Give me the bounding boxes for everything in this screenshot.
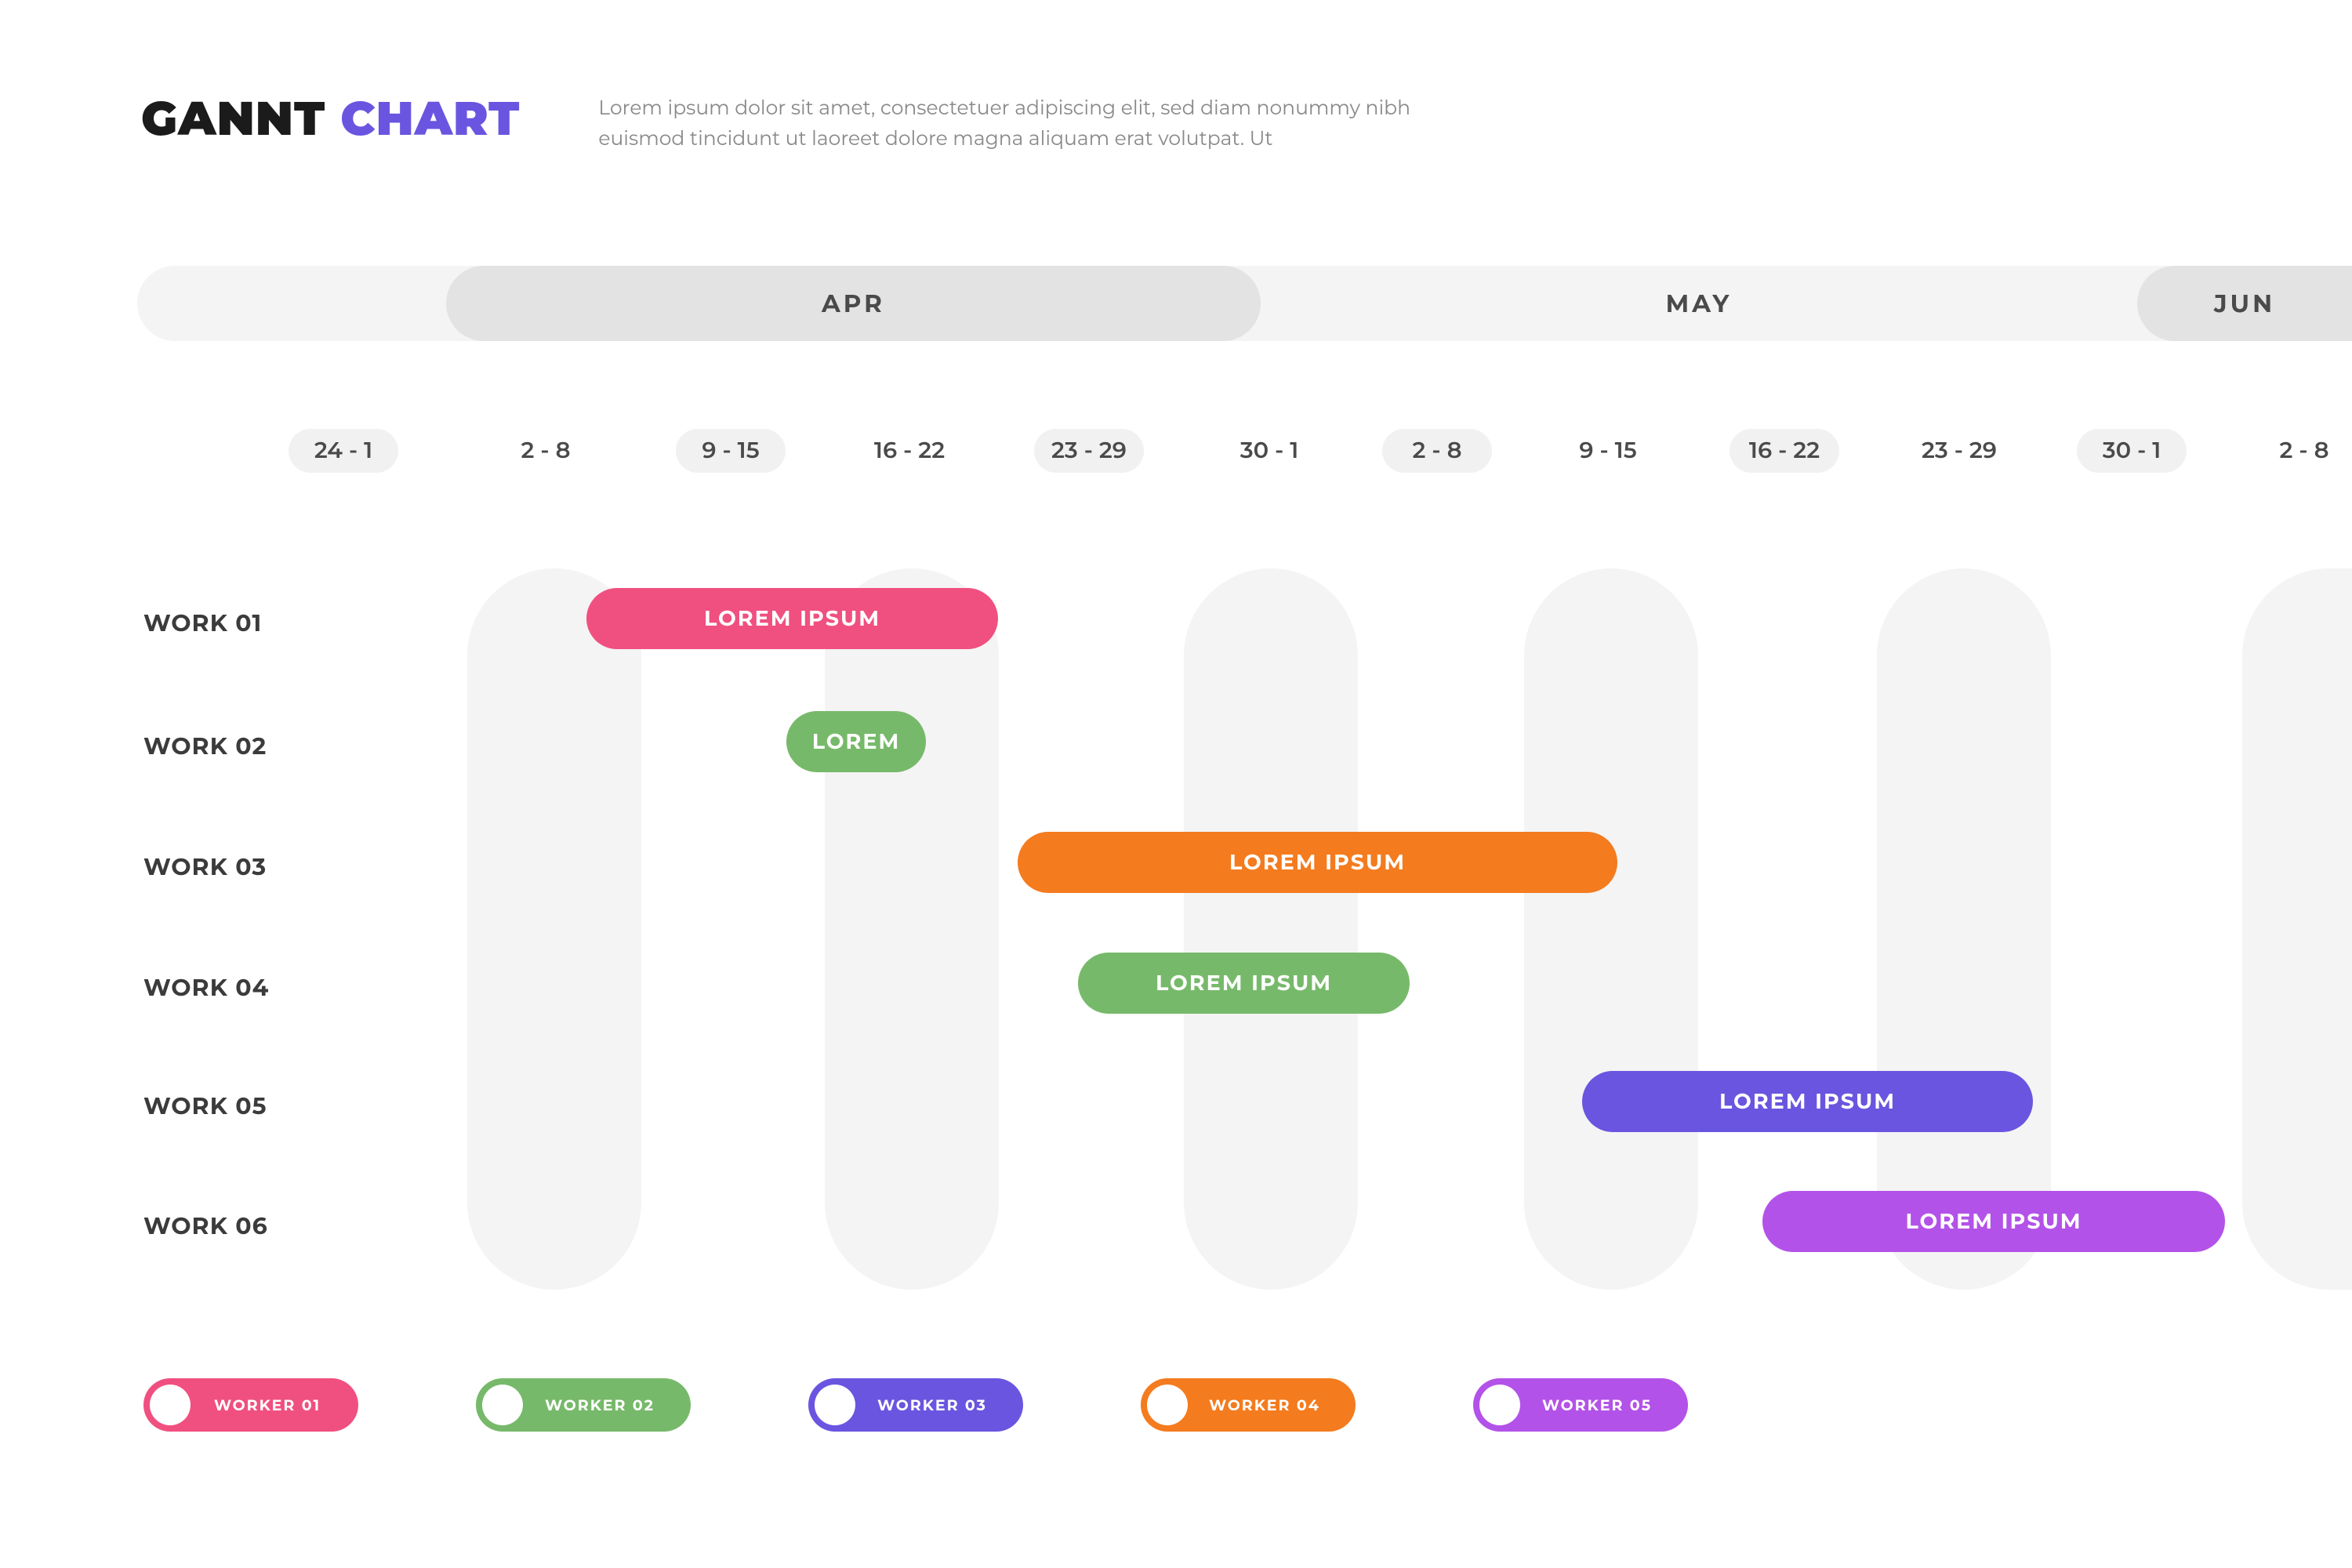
column-background <box>467 568 641 1290</box>
week-label: 2 - 8 <box>459 419 633 482</box>
week-label: 23 - 29 <box>1872 419 2046 482</box>
gantt-bar-label: LOREM IPSUM <box>1719 1088 1896 1114</box>
month-pill-jun: JUN <box>2137 266 2352 341</box>
week-label: 30 - 1 <box>2045 419 2219 482</box>
gantt-bar-work-06[interactable]: LOREM IPSUM <box>1762 1191 2225 1252</box>
title-word-2: CHART <box>340 90 520 147</box>
week-label: 9 - 15 <box>644 419 818 482</box>
week-label: 2 - 8 <box>2217 419 2352 482</box>
legend-toggle-dot <box>1479 1385 1520 1425</box>
row-label: WORK 06 <box>143 1211 268 1240</box>
legend-toggle-dot <box>482 1385 523 1425</box>
month-pill-apr: APR <box>446 266 1261 341</box>
month-label: JUN <box>2214 289 2275 318</box>
column-background <box>1184 568 1358 1290</box>
week-label: 16 - 22 <box>1697 419 1871 482</box>
gantt-area: WORK 01 WORK 02 WORK 03 WORK 04 WORK 05 WORK … <box>0 568 2352 1290</box>
header: GANNT CHART Lorem ipsum dolor sit amet, … <box>141 90 1461 154</box>
month-label: MAY <box>1666 289 1733 318</box>
column-background <box>825 568 999 1290</box>
row-label: WORK 04 <box>143 973 269 1002</box>
month-pill-may: MAY <box>1261 266 2137 341</box>
week-label: 2 - 8 <box>1350 419 1524 482</box>
legend-toggle-dot <box>150 1385 191 1425</box>
legend-item-worker-05[interactable]: WORKER 05 <box>1473 1378 1688 1432</box>
row-label: WORK 05 <box>143 1091 267 1120</box>
week-label: 24 - 1 <box>256 419 430 482</box>
gantt-bar-label: LOREM <box>812 728 901 754</box>
gantt-bar-work-01[interactable]: LOREM IPSUM <box>586 588 998 649</box>
week-label: 23 - 29 <box>1002 419 1176 482</box>
row-label: WORK 02 <box>143 731 267 760</box>
month-bar: APR MAY JUN <box>137 266 2352 341</box>
gantt-bar-label: LOREM IPSUM <box>1905 1208 2082 1234</box>
column-background <box>1524 568 1698 1290</box>
gantt-bar-work-03[interactable]: LOREM IPSUM <box>1018 832 1617 893</box>
gantt-bar-label: LOREM IPSUM <box>704 605 880 631</box>
column-background <box>1877 568 2051 1290</box>
legend-item-worker-03[interactable]: WORKER 03 <box>808 1378 1023 1432</box>
week-label: 30 - 1 <box>1182 419 1356 482</box>
month-label: APR <box>822 289 885 318</box>
week-label: 9 - 15 <box>1521 419 1695 482</box>
legend-toggle-dot <box>815 1385 855 1425</box>
legend-item-worker-04[interactable]: WORKER 04 <box>1141 1378 1356 1432</box>
row-label: WORK 03 <box>143 852 267 881</box>
gantt-bar-work-04[interactable]: LOREM IPSUM <box>1078 953 1410 1014</box>
gantt-bar-work-05[interactable]: LOREM IPSUM <box>1582 1071 2033 1132</box>
gantt-bar-label: LOREM IPSUM <box>1156 970 1332 996</box>
page-subtitle: Lorem ipsum dolor sit amet, consectetuer… <box>598 93 1461 154</box>
row-label: WORK 01 <box>143 608 262 637</box>
page-title: GANNT CHART <box>141 90 520 147</box>
week-axis: 24 - 12 - 89 - 1516 - 2223 - 2930 - 12 -… <box>0 419 2352 482</box>
legend: WORKER 01 WORKER 02 WORKER 03 WORKER 04 WORK… <box>143 1378 1688 1432</box>
gantt-bar-work-02[interactable]: LOREM <box>786 711 926 772</box>
legend-toggle-dot <box>1147 1385 1188 1425</box>
week-label: 16 - 22 <box>822 419 996 482</box>
column-background-partial <box>2242 568 2352 1290</box>
gantt-bar-label: LOREM IPSUM <box>1229 849 1406 875</box>
legend-item-worker-02[interactable]: WORKER 02 <box>476 1378 691 1432</box>
title-word-1: GANNT <box>141 90 325 147</box>
legend-item-worker-01[interactable]: WORKER 01 <box>143 1378 358 1432</box>
